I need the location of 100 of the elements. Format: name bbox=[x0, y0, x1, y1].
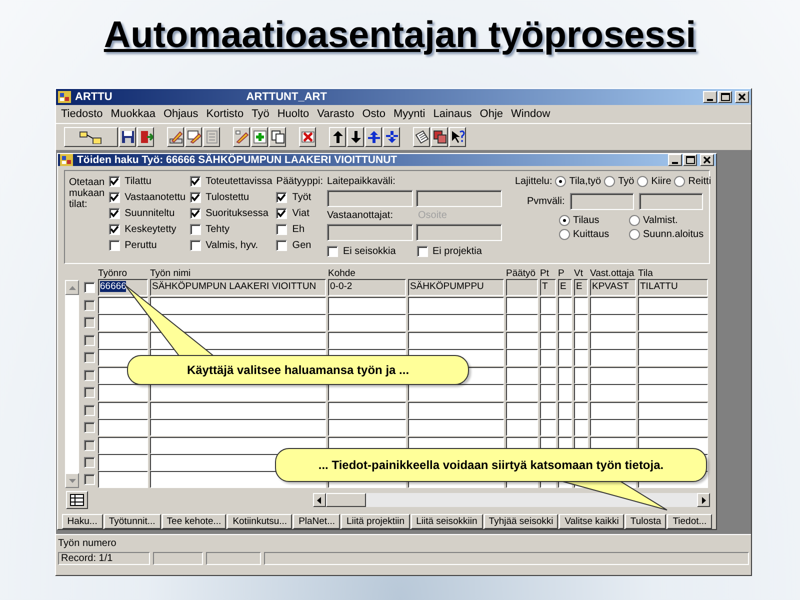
menu-item[interactable]: Kortisto bbox=[206, 108, 244, 120]
maximize-button[interactable] bbox=[683, 154, 697, 166]
checkbox[interactable] bbox=[190, 176, 201, 187]
menu-item[interactable]: Window bbox=[511, 108, 550, 120]
menu-item[interactable]: Ohjaus bbox=[163, 108, 198, 120]
minimize-button[interactable] bbox=[703, 91, 717, 103]
button[interactable]: Kotiinkutsu... bbox=[227, 514, 292, 529]
table-cell[interactable]: T bbox=[540, 279, 556, 296]
checkbox[interactable] bbox=[108, 208, 120, 219]
checkbox[interactable] bbox=[108, 240, 120, 251]
radio-button[interactable] bbox=[629, 215, 640, 226]
checkbox[interactable] bbox=[84, 440, 94, 451]
checkbox[interactable] bbox=[84, 387, 94, 398]
table-cell[interactable]: 66666 bbox=[98, 279, 148, 296]
checkbox[interactable] bbox=[190, 224, 201, 235]
checkbox[interactable] bbox=[84, 370, 94, 381]
scroll-right-button[interactable] bbox=[697, 493, 710, 507]
button[interactable]: Tulosta bbox=[625, 514, 666, 529]
input-field[interactable] bbox=[327, 190, 413, 207]
scrollbar[interactable] bbox=[312, 493, 710, 507]
menu-item[interactable]: Työ bbox=[252, 108, 270, 120]
scroll-left-button[interactable] bbox=[312, 493, 326, 507]
scrollbar[interactable] bbox=[64, 279, 80, 489]
checkbox[interactable] bbox=[416, 246, 428, 257]
toolbar-button[interactable] bbox=[365, 127, 382, 147]
toolbar-button[interactable] bbox=[299, 127, 316, 147]
button[interactable]: Haku... bbox=[62, 514, 103, 529]
toolbar-button[interactable] bbox=[449, 127, 466, 147]
checkbox[interactable] bbox=[276, 192, 288, 203]
checkbox[interactable] bbox=[84, 474, 94, 486]
table-cell[interactable]: SÄHKÖPUMPPU bbox=[408, 279, 504, 296]
toolbar-button[interactable] bbox=[383, 127, 400, 147]
button[interactable]: PlaNet... bbox=[293, 514, 340, 529]
button[interactable]: Tee kehote... bbox=[162, 514, 226, 529]
minimize-button[interactable] bbox=[668, 154, 682, 166]
table-cell[interactable]: TILATTU bbox=[638, 279, 708, 296]
button[interactable]: Tyhjää seisokki bbox=[484, 514, 558, 529]
table-cell[interactable]: 0-0-2 bbox=[328, 279, 406, 296]
toolbar-button[interactable] bbox=[431, 127, 448, 147]
radio-button[interactable] bbox=[637, 176, 648, 187]
input-field[interactable] bbox=[327, 224, 413, 241]
toolbar-button[interactable] bbox=[269, 127, 286, 147]
radio-button[interactable] bbox=[555, 176, 566, 187]
radio-button[interactable] bbox=[629, 229, 640, 240]
checkbox[interactable] bbox=[327, 246, 338, 257]
checkbox[interactable] bbox=[190, 240, 201, 251]
menu-item[interactable]: Muokkaa bbox=[110, 108, 156, 120]
table-cell[interactable]: E bbox=[558, 279, 572, 296]
radio-button[interactable] bbox=[604, 176, 616, 187]
button[interactable]: Valitse kaikki bbox=[559, 514, 624, 529]
table-cell[interactable] bbox=[506, 279, 538, 296]
button[interactable]: Liitä seisokkiin bbox=[410, 514, 483, 529]
checkbox[interactable] bbox=[108, 176, 120, 187]
checkbox[interactable] bbox=[276, 208, 288, 219]
toolbar-button[interactable] bbox=[347, 127, 364, 147]
radio-button[interactable] bbox=[559, 229, 570, 240]
button[interactable]: Tiedot... bbox=[667, 514, 712, 529]
menu-item[interactable]: Tiedosto bbox=[61, 108, 103, 120]
checkbox[interactable] bbox=[84, 300, 94, 311]
close-button[interactable] bbox=[735, 91, 749, 103]
toolbar-button[interactable] bbox=[137, 127, 154, 147]
checkbox[interactable] bbox=[84, 282, 94, 294]
scroll-thumb[interactable] bbox=[326, 493, 366, 507]
checkbox[interactable] bbox=[84, 456, 94, 468]
checkbox[interactable] bbox=[190, 208, 201, 219]
toolbar-button[interactable] bbox=[413, 127, 430, 147]
checkbox[interactable] bbox=[84, 334, 94, 346]
input-field[interactable] bbox=[570, 193, 634, 210]
toolbar-button[interactable] bbox=[66, 491, 88, 509]
checkbox[interactable] bbox=[276, 224, 288, 235]
toolbar-button[interactable] bbox=[329, 127, 346, 147]
toolbar-button[interactable] bbox=[203, 127, 220, 147]
checkbox[interactable] bbox=[190, 192, 201, 203]
menu-item[interactable]: Ohje bbox=[480, 108, 504, 120]
menu-item[interactable]: Huolto bbox=[277, 108, 310, 120]
checkbox[interactable] bbox=[276, 240, 288, 251]
checkbox[interactable] bbox=[84, 404, 94, 416]
scroll-down-button[interactable] bbox=[65, 473, 79, 488]
table-cell[interactable]: E bbox=[574, 279, 588, 296]
checkbox[interactable] bbox=[108, 224, 120, 235]
close-button[interactable] bbox=[700, 154, 714, 166]
button[interactable]: Työtunnit... bbox=[104, 514, 161, 529]
toolbar-button[interactable] bbox=[185, 127, 202, 147]
checkbox[interactable] bbox=[84, 352, 94, 364]
checkbox[interactable] bbox=[84, 422, 94, 434]
button[interactable]: Liitä projektiin bbox=[341, 514, 410, 529]
menu-item[interactable]: Osto bbox=[362, 108, 386, 120]
input-field[interactable] bbox=[416, 224, 502, 241]
checkbox[interactable] bbox=[108, 192, 120, 203]
toolbar-button[interactable] bbox=[119, 127, 136, 147]
toolbar-button[interactable] bbox=[251, 127, 268, 147]
table-cell[interactable]: SÄHKÖPUMPUN LAAKERI VIOITTUN bbox=[150, 279, 326, 296]
input-field[interactable] bbox=[638, 193, 703, 210]
toolbar-button[interactable] bbox=[233, 127, 250, 147]
radio-button[interactable] bbox=[559, 215, 570, 226]
table-cell[interactable]: KPVAST bbox=[590, 279, 636, 296]
menu-item[interactable]: Varasto bbox=[317, 108, 354, 120]
radio-button[interactable] bbox=[674, 176, 686, 187]
toolbar-button[interactable] bbox=[167, 127, 184, 147]
menu-item[interactable]: Lainaus bbox=[433, 108, 472, 120]
